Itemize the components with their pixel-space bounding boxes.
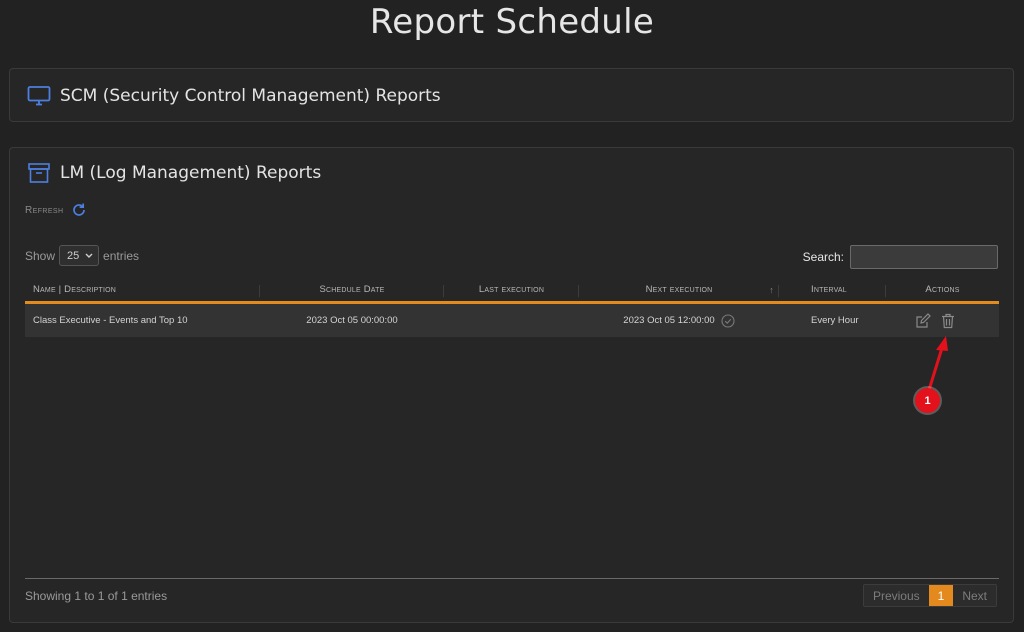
entries-select[interactable]: 25	[59, 245, 100, 266]
monitor-icon	[27, 85, 51, 107]
column-header-schedule-date[interactable]: Schedule Date	[260, 278, 444, 301]
lm-reports-panel: LM (Log Management) Reports Refresh Show…	[9, 147, 1014, 623]
edit-icon[interactable]	[915, 312, 931, 329]
cell-last-execution	[444, 304, 579, 337]
next-page-button[interactable]: Next	[953, 585, 996, 606]
column-header-name[interactable]: Name | Description	[25, 278, 260, 301]
table-header: Name | Description Schedule Date Last ex…	[25, 278, 999, 304]
refresh-button[interactable]: Refresh	[25, 202, 87, 218]
cell-actions	[886, 304, 999, 337]
cell-name: Class Executive - Events and Top 10	[33, 315, 188, 326]
page-1-button[interactable]: 1	[928, 585, 954, 606]
trash-icon[interactable]	[941, 313, 955, 329]
reports-table: Name | Description Schedule Date Last ex…	[25, 278, 999, 337]
annotation-badge: 1	[915, 388, 940, 413]
chevron-down-icon	[85, 250, 93, 262]
lm-panel-header[interactable]: LM (Log Management) Reports	[27, 162, 321, 184]
table-footer-divider	[25, 578, 999, 579]
table-row[interactable]: Class Executive - Events and Top 10 2023…	[25, 304, 999, 337]
scm-panel-title: SCM (Security Control Management) Report…	[60, 86, 441, 106]
table-info: Showing 1 to 1 of 1 entries	[25, 589, 168, 603]
column-header-actions: Actions	[925, 284, 960, 295]
column-header-next-execution[interactable]: Next execution ↑	[579, 278, 779, 301]
refresh-icon[interactable]	[71, 202, 87, 218]
cell-next-execution: 2023 Oct 05 12:00:00	[579, 304, 779, 337]
column-header-interval[interactable]: Interval	[779, 278, 886, 301]
column-header-last-execution[interactable]: Last execution	[444, 278, 579, 301]
entries-select-value: 25	[67, 249, 80, 262]
entries-label: entries	[103, 248, 140, 263]
lm-panel-title: LM (Log Management) Reports	[60, 163, 322, 183]
sort-ascending-icon: ↑	[769, 284, 774, 295]
search-box: Search:	[803, 245, 998, 269]
check-circle-icon	[721, 313, 735, 328]
scm-reports-panel[interactable]: SCM (Security Control Management) Report…	[9, 68, 1014, 122]
scm-panel-header[interactable]: SCM (Security Control Management) Report…	[27, 85, 441, 107]
pagination: Previous 1 Next	[862, 584, 997, 607]
show-label: Show	[25, 248, 56, 263]
cell-interval: Every Hour	[811, 315, 859, 326]
page-title: Report Schedule	[369, 2, 655, 42]
archive-box-icon	[27, 162, 51, 184]
search-label: Search:	[802, 250, 844, 264]
cell-schedule-date: 2023 Oct 05 00:00:00	[306, 315, 398, 326]
length-menu: Show 25 entries	[25, 245, 139, 266]
next-execution-value: 2023 Oct 05 12:00:00	[623, 315, 715, 326]
search-input[interactable]	[850, 245, 998, 269]
refresh-label: Refresh	[25, 204, 64, 216]
previous-page-button[interactable]: Previous	[863, 585, 929, 606]
